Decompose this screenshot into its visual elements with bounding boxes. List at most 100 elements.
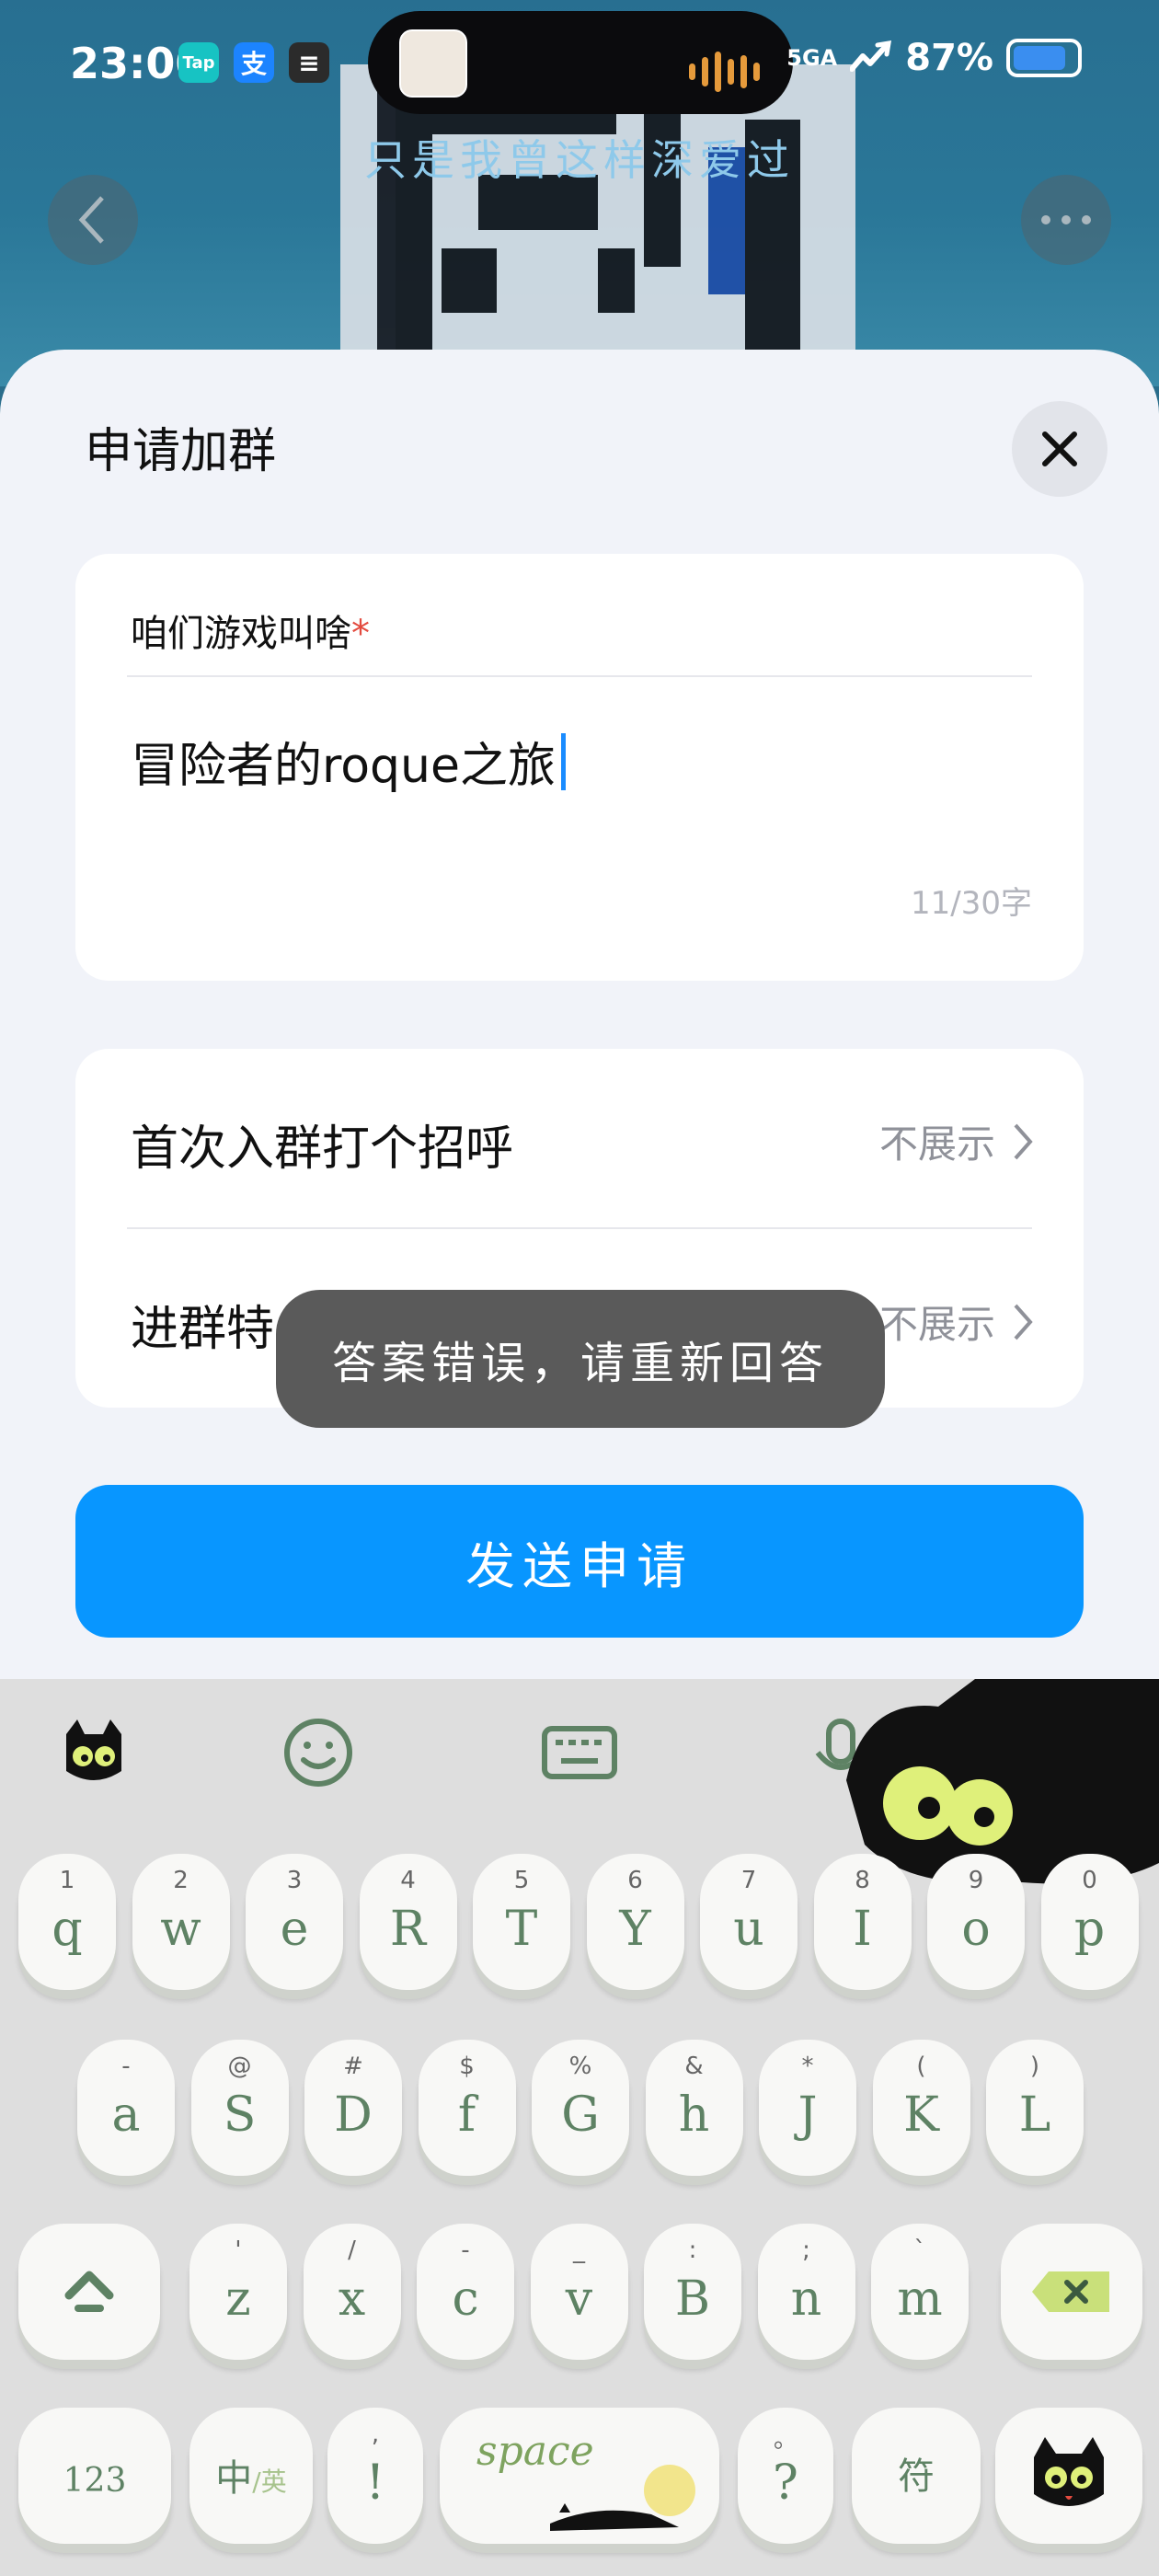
shift-icon: [64, 2271, 114, 2312]
key-c[interactable]: -c: [417, 2224, 514, 2360]
symbols-key[interactable]: 符: [852, 2408, 981, 2544]
key-label: q: [52, 1902, 83, 1957]
key-l[interactable]: ) L: [986, 2040, 1084, 2176]
key-a[interactable]: -a: [77, 2040, 175, 2176]
key-label: K: [903, 2087, 939, 2143]
key-label: D: [334, 2087, 373, 2143]
key-label: G: [561, 2087, 600, 2143]
question-key[interactable]: 。?: [738, 2408, 833, 2544]
close-icon: [1042, 431, 1077, 466]
key-k[interactable]: (K: [872, 2040, 970, 2176]
key-label: 123: [63, 2462, 127, 2500]
key-label: a: [111, 2087, 141, 2143]
back-button[interactable]: [48, 175, 138, 265]
key-sub-label: 。: [773, 2426, 798, 2454]
key-sub-label: 3: [286, 1867, 303, 1894]
key-sub-label: (: [916, 2053, 926, 2080]
key-g[interactable]: % G: [532, 2040, 629, 2176]
more-button[interactable]: [1021, 175, 1111, 265]
keyboard: 1 q 2 w 3 e 4 R 5 T 6 Y 7 u 8 I 9 o 0 p - a @ S # D $ f% G & h * J(K) L ' z…: [0, 1679, 1159, 2576]
emoji-icon[interactable]: [272, 1707, 364, 1799]
key-b[interactable]: :B: [644, 2224, 741, 2360]
punctuation-key[interactable]: ,!: [327, 2408, 423, 2544]
key-label: w: [160, 1902, 201, 1957]
question-card: 咱们游戏叫啥* 冒险者的roque之旅 11/30字: [75, 554, 1084, 981]
key-f[interactable]: $ f: [418, 2040, 516, 2176]
now-playing-artwork: [399, 29, 467, 98]
key-y[interactable]: 6Y: [586, 1854, 684, 1990]
battery-icon: [1006, 39, 1082, 77]
key-label: L: [1018, 2087, 1051, 2143]
key-label: p: [1073, 1902, 1106, 1957]
cat-enter-key[interactable]: [995, 2408, 1142, 2544]
audio-wave-icon: [689, 52, 760, 92]
key-sub-label: _: [573, 2237, 585, 2264]
close-button[interactable]: [1012, 401, 1107, 497]
key-t[interactable]: 5T: [473, 1854, 570, 1990]
answer-input[interactable]: 冒险者的roque之旅: [131, 727, 567, 796]
greeting-option-row[interactable]: 首次入群打个招呼 不展示: [75, 1049, 1084, 1227]
key-label: v: [565, 2271, 593, 2327]
key-label: m: [897, 2271, 943, 2327]
key-m[interactable]: ` m: [871, 2224, 969, 2360]
option-value: 不展示: [879, 1113, 1034, 1169]
backspace-icon: [1032, 2271, 1109, 2312]
cat-face-icon: [1034, 2437, 1104, 2506]
numbers-key[interactable]: 123: [18, 2408, 171, 2544]
lang-main-label: 中: [215, 2457, 253, 2500]
key-h[interactable]: & h: [645, 2040, 743, 2176]
key-s[interactable]: @ S: [190, 2040, 289, 2176]
key-d[interactable]: # D: [304, 2040, 402, 2176]
key-v[interactable]: _ v: [530, 2224, 628, 2360]
alipay-notification-icon: 支: [234, 42, 274, 83]
key-e[interactable]: 3e: [246, 1854, 343, 1990]
key-sub-label: 4: [400, 1867, 416, 1894]
shift-key[interactable]: [18, 2224, 160, 2360]
key-q[interactable]: 1q: [18, 1854, 116, 1990]
key-sub-label: *: [801, 2053, 814, 2080]
key-sub-label: 5: [513, 1867, 530, 1894]
cat-logo-icon[interactable]: [48, 1707, 140, 1799]
send-request-button[interactable]: 发送申请: [75, 1485, 1084, 1638]
key-sub-label: 1: [59, 1867, 75, 1894]
key-sub-label: @: [227, 2053, 252, 2080]
key-label: 符: [898, 2455, 935, 2498]
status-bar: 23:00 Tap 支 ≡ 5GA 87%: [0, 0, 1159, 120]
key-label: !: [365, 2455, 385, 2511]
key-sub-label: 7: [740, 1867, 757, 1894]
key-u[interactable]: 7u: [700, 1854, 798, 1990]
space-key[interactable]: space: [440, 2408, 719, 2544]
text-cursor: [561, 732, 567, 790]
battery-percent: 87%: [905, 37, 993, 79]
key-w[interactable]: 2w: [132, 1854, 230, 1990]
chevron-left-icon: [78, 196, 104, 244]
status-indicators: 5GA 87%: [786, 37, 1082, 79]
question-text: 咱们游戏叫啥: [131, 613, 351, 655]
key-r[interactable]: 4R: [359, 1854, 457, 1990]
required-mark: *: [351, 613, 370, 655]
keyboard-icon[interactable]: [534, 1707, 625, 1799]
language-switch-key[interactable]: 中/英: [189, 2408, 313, 2544]
key-label: c: [452, 2271, 479, 2327]
key-p[interactable]: 0p: [1040, 1854, 1139, 1990]
sheet-title: 申请加群: [85, 424, 277, 479]
key-sub-label: ): [1029, 2053, 1040, 2080]
option-value-text: 不展示: [878, 1121, 995, 1167]
lang-sub-label: /英: [252, 2467, 287, 2497]
delete-key[interactable]: [1001, 2224, 1142, 2360]
key-o[interactable]: 9o: [927, 1854, 1025, 1990]
key-sub-label: 2: [173, 1867, 189, 1894]
dynamic-island[interactable]: [368, 11, 793, 114]
key-z[interactable]: ' z: [189, 2224, 287, 2360]
key-label: f: [457, 2087, 476, 2143]
key-sub-label: 6: [627, 1867, 643, 1894]
key-i[interactable]: 8I: [813, 1854, 912, 1990]
key-x[interactable]: / x: [303, 2224, 401, 2360]
key-j[interactable]: * J: [759, 2040, 856, 2176]
key-sub-label: -: [121, 2053, 131, 2080]
battery-level: [1014, 46, 1066, 70]
key-n[interactable]: ; n: [757, 2224, 855, 2360]
key-sub-label: ,: [371, 2421, 380, 2448]
key-label: T: [505, 1902, 538, 1957]
key-sub-label: #: [343, 2053, 363, 2080]
